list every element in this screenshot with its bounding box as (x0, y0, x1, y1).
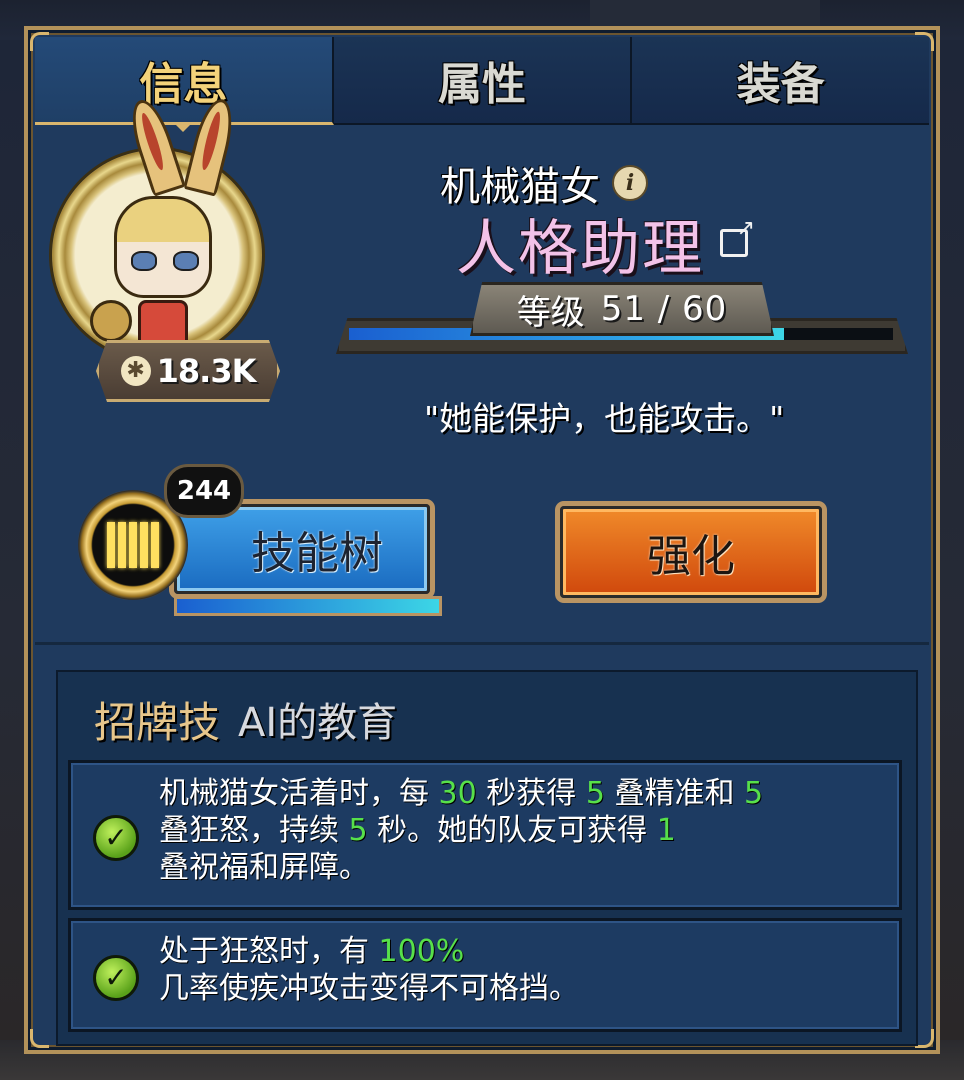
text-part: 机械猫女活着时，每 (159, 776, 439, 811)
hero-armor (90, 300, 132, 342)
power-value: 18.3K (156, 352, 257, 390)
enhance-button[interactable]: 强化 (560, 506, 822, 598)
tab-attributes[interactable]: 属性 (333, 37, 633, 125)
background-left (0, 40, 24, 1040)
hero-quote: "她能保护，也能攻击。" (424, 399, 785, 438)
power-icon: ✱ (120, 356, 151, 386)
text-part: 叠狂怒，持续 (159, 813, 349, 848)
text-part: 秒获得 (476, 776, 586, 811)
skill-tree-progress-fill (177, 599, 439, 613)
eye (131, 251, 157, 271)
signature-entry-text: 机械猫女活着时，每 30 秒获得 5 叠精准和 5 叠狂怒，持续 5 秒。她的队友… (159, 775, 879, 886)
highlight-value: 30 (438, 776, 477, 811)
signature-skill-section: 招牌技 AI的教育 ✓ 机械猫女活着时，每 30 秒获得 5 叠精准和 5 叠狂怒… (56, 670, 918, 1046)
external-link-icon[interactable] (720, 216, 755, 257)
signature-entry: ✓ 处于狂怒时，有 100% 几率使疾冲攻击变得不可格挡。 (68, 918, 902, 1032)
text-part: 几率使疾冲攻击变得不可格挡。 (159, 971, 579, 1006)
hero-face (114, 196, 212, 298)
medal-bars (107, 522, 159, 568)
signature-entry-text: 处于狂怒时，有 100% 几率使疾冲攻击变得不可格挡。 (159, 933, 879, 1007)
tab-equipment[interactable]: 装备 (632, 37, 930, 125)
signature-title: 招牌技 AI的教育 (94, 694, 397, 747)
signature-name: AI的教育 (238, 700, 398, 746)
check-icon: ✓ (93, 815, 139, 861)
hero-title: 人格助理 (456, 213, 704, 284)
eye (173, 251, 199, 271)
text-part: 叠祝福和屏障。 (159, 850, 369, 885)
hero-title-row: 人格助理 (456, 206, 755, 284)
info-icon[interactable]: i (612, 165, 648, 201)
skill-tree-progress (174, 596, 442, 616)
highlight-value: 1 (656, 813, 676, 848)
power-badge: ✱ 18.3K (96, 340, 280, 402)
highlight-value: 5 (743, 776, 764, 811)
highlight-value: 100% (378, 934, 465, 969)
level-plate: 等级 51 / 60 (470, 282, 774, 336)
text-part: 处于狂怒时，有 (159, 934, 379, 969)
signature-entry: ✓ 机械猫女活着时，每 30 秒获得 5 叠精准和 5 叠狂怒，持续 5 秒。她的… (68, 760, 902, 910)
skill-tree-widget: 技能树 244 (78, 460, 442, 618)
highlight-value: 5 (585, 776, 605, 811)
enhance-label: 强化 (647, 531, 735, 582)
text-part: 秒。她的队友可获得 (367, 813, 657, 848)
signature-label: 招牌技 (94, 697, 221, 747)
text-part: 叠精准和 (604, 776, 744, 811)
skill-points-badge: 244 (164, 464, 244, 518)
panel-corner (30, 1029, 49, 1048)
skill-tree-label: 技能树 (251, 528, 383, 579)
level-label: 等级 (516, 292, 585, 333)
hero-portrait[interactable] (52, 95, 272, 370)
level-value: 51 / 60 (600, 289, 728, 329)
highlight-value: 5 (348, 813, 368, 848)
background-right (940, 40, 964, 1040)
hero-ears (123, 95, 252, 197)
check-icon: ✓ (93, 955, 139, 1001)
section-divider (35, 642, 929, 645)
